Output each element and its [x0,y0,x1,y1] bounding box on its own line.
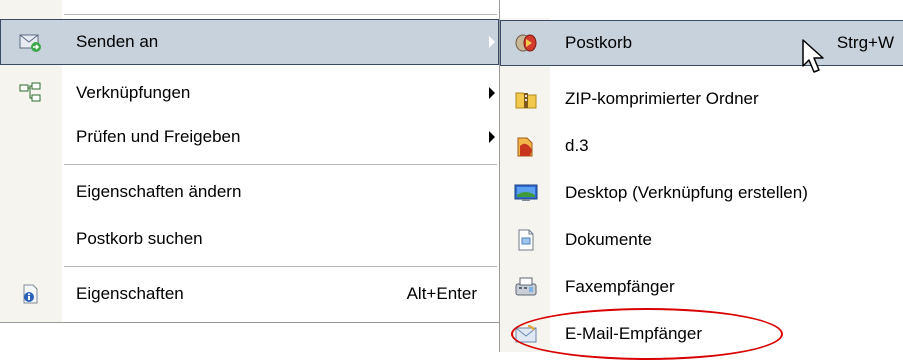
menu-item-label: Postkorb suchen [76,229,203,248]
menu-item-postkorb-suchen[interactable]: Postkorb suchen [0,216,499,262]
postkorb-icon [514,31,538,55]
menu-item-label: Eigenschaften ändern [76,182,242,201]
menu-item-postkorb[interactable]: Postkorb Strg+W [500,20,903,66]
menu-item-eigenschaften-aendern[interactable]: Eigenschaften ändern [0,169,499,215]
menu-separator [64,164,497,166]
context-menu: Senden an Verknüpfungen Prüfen und Freig… [0,0,500,323]
menu-item-zip-ordner[interactable]: ZIP-komprimierter Ordner [500,76,903,122]
menu-item-label: d.3 [565,136,589,155]
link-tree-icon [18,81,42,105]
menu-item-label: Postkorb [565,33,633,52]
submenu-arrow-icon [489,36,495,48]
mouse-cursor-icon [801,38,833,78]
properties-icon [18,282,42,306]
menu-item-verknuepfungen[interactable]: Verknüpfungen [0,70,499,116]
menu-separator [64,266,497,268]
menu-item-label: Dokumente [565,230,652,249]
submenu-arrow-icon [489,131,495,143]
menu-item-pruefen-freigeben[interactable]: Prüfen und Freigeben [0,114,499,160]
shortcut-label: Strg+W [836,33,894,52]
menu-item-label: Desktop (Verknüpfung erstellen) [565,183,808,202]
menu-item-senden-an[interactable]: Senden an [0,19,499,65]
senden-an-submenu: Postkorb Strg+W ZIP-komprimierter Ordner… [499,18,903,352]
desktop-icon [514,181,538,205]
shortcut-label: Alt+Enter [406,284,477,303]
menu-item-desktop[interactable]: Desktop (Verknüpfung erstellen) [500,170,903,216]
menu-item-label: Faxempfänger [565,277,675,296]
menu-item-eigenschaften[interactable]: Eigenschaften Alt+Enter [0,271,499,317]
menu-item-label: Senden an [76,32,159,51]
menu-item-dokumente[interactable]: Dokumente [500,217,903,263]
menu-separator [64,14,497,16]
menu-item-label: ZIP-komprimierter Ordner [565,89,759,108]
annotation-circle [511,308,783,360]
fax-icon [514,275,538,299]
envelope-arrow-icon [18,30,42,54]
menu-item-label: Eigenschaften [76,284,184,303]
documents-icon [514,228,538,252]
d3-icon [514,134,538,158]
menu-item-label: Prüfen und Freigeben [76,127,241,146]
submenu-arrow-icon [489,87,495,99]
menu-item-d3[interactable]: d.3 [500,123,903,169]
menu-item-label: Verknüpfungen [76,83,191,102]
zip-folder-icon [514,87,538,111]
menu-item-faxempfaenger[interactable]: Faxempfänger [500,264,903,310]
